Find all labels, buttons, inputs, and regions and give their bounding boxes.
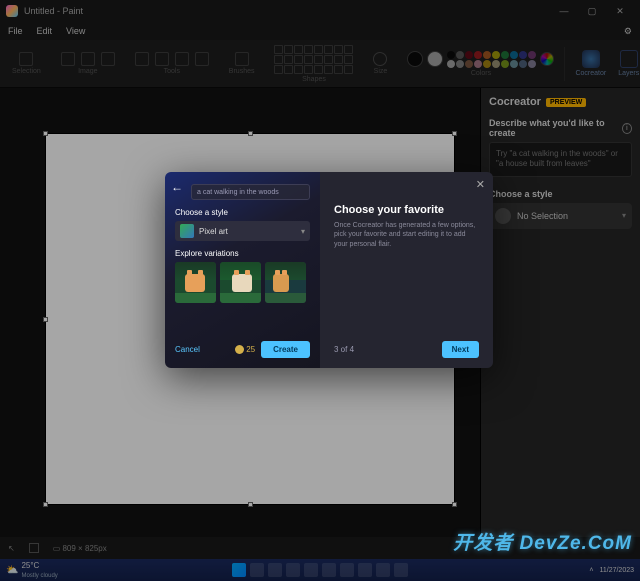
cocreator-dialog: ← a cat walking in the woods Choose a st… <box>165 172 493 368</box>
favorite-title: Choose your favorite <box>334 204 479 216</box>
credits-count: 25 <box>235 345 255 354</box>
create-button[interactable]: Create <box>261 341 310 358</box>
explore-label: Explore variations <box>175 249 310 258</box>
variation-2[interactable] <box>220 262 261 303</box>
dialog-prompt-input[interactable]: a cat walking in the woods <box>191 184 310 200</box>
variation-3[interactable] <box>265 262 306 303</box>
dialog-style-dropdown[interactable]: Pixel art ▾ <box>175 221 310 241</box>
chevron-down-icon: ▾ <box>301 227 305 236</box>
dialog-left-pane: ← a cat walking in the woods Choose a st… <box>165 172 320 368</box>
cancel-button[interactable]: Cancel <box>175 345 200 354</box>
step-indicator: 3 of 4 <box>334 345 354 354</box>
back-button[interactable]: ← <box>171 180 183 194</box>
watermark: 开发者 DevZe.CoM <box>453 528 632 555</box>
next-button[interactable]: Next <box>442 341 479 358</box>
pixel-art-thumb-icon <box>180 224 194 238</box>
favorite-body: Once Cocreator has generated a few optio… <box>334 221 479 249</box>
variations-row <box>175 262 310 303</box>
dialog-close-button[interactable]: ✕ <box>476 178 485 191</box>
dialog-right-pane: ✕ Choose your favorite Once Cocreator ha… <box>320 172 493 368</box>
variation-1[interactable] <box>175 262 216 303</box>
dialog-style-label: Choose a style <box>175 208 310 217</box>
coin-icon <box>235 345 244 354</box>
